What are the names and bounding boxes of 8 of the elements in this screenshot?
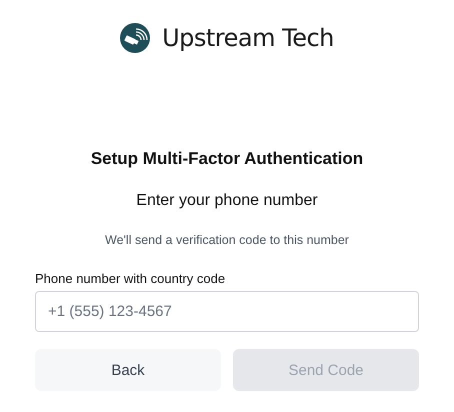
back-button[interactable]: Back [35,349,221,391]
satellite-logo-icon [120,23,150,53]
page-subtitle: Enter your phone number [136,192,318,210]
field-label: Phone number with country code [35,271,226,286]
brand-name: Upstream Tech [162,24,334,52]
page-title: Setup Multi-Factor Authentication [90,149,364,169]
phone-input-field[interactable]: +1 (555) 123-4567 [35,291,419,332]
description-text: We'll send a verification code to this number [105,233,349,247]
